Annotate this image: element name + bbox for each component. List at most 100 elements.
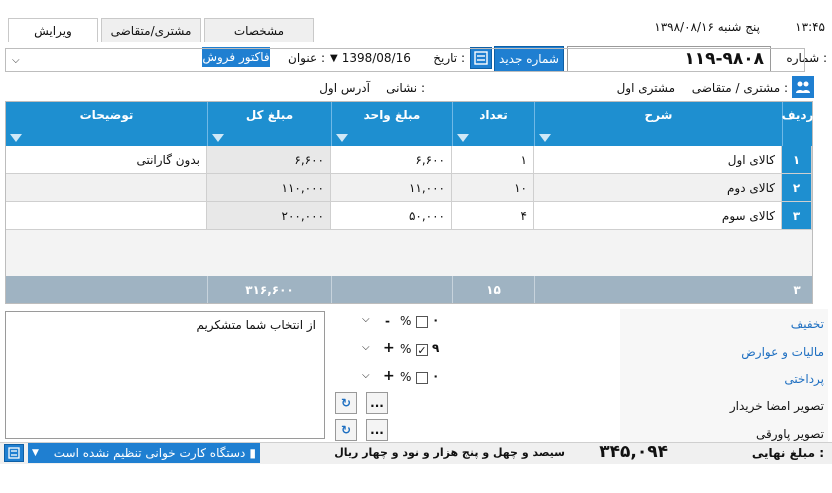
column-row-number: ردیف (781, 102, 814, 146)
summary-quantity: ۱۵ (452, 276, 534, 303)
card-reader-status: دستگاه کارت خوانی تنظیم نشده است (53, 446, 246, 460)
row-notes[interactable] (6, 174, 207, 202)
sign-plus[interactable]: + (383, 368, 395, 384)
card-reader-selector[interactable]: ▼ دستگاه کارت خوانی تنظیم نشده است ▮ (28, 443, 260, 463)
filter-icon[interactable] (10, 134, 22, 142)
row-notes[interactable]: بدون گارانتی (6, 146, 207, 174)
browse-signature-button[interactable]: ... (366, 392, 388, 414)
date-display: پنج شنبه ۱۳۹۸/۰۸/۱۶ (654, 20, 760, 34)
sign-plus[interactable]: + (383, 340, 395, 356)
notes-text: از انتخاب شما متشکریم (196, 318, 316, 332)
table-row[interactable]: ۱ کالای اول ۱ ۶,۶۰۰ ۶,۶۰۰ بدون گارانتی (6, 146, 812, 174)
row-unit-price[interactable]: ۶,۶۰۰ (331, 146, 452, 174)
row-notes[interactable] (6, 202, 207, 230)
tab-customer[interactable]: مشتری/متقاضی (101, 18, 201, 42)
customer-dropdown[interactable]: ⌵ (5, 48, 805, 72)
percent-label: % (400, 342, 412, 356)
tax-value[interactable]: ۹ (432, 341, 439, 355)
refresh-footnote-button[interactable]: ↻ (335, 419, 357, 441)
time-display: ۱۳:۴۵ (795, 20, 825, 34)
chevron-down-icon: ▼ (32, 448, 39, 458)
row-quantity[interactable]: ۴ (452, 202, 534, 230)
row-number: ۲ (782, 174, 812, 202)
payment-value[interactable]: ۰ (432, 369, 439, 383)
column-label: ردیف (781, 108, 814, 122)
final-amount-label: مبلغ نهایی : (751, 446, 824, 460)
payment-checkbox[interactable] (416, 372, 428, 384)
table-summary: ۳ ۱۵ ۳۱۶,۶۰۰ (6, 276, 812, 303)
chevron-down-icon[interactable]: ⌵ (362, 370, 376, 381)
column-label: مبلغ واحد (363, 108, 421, 122)
column-description: شرح (534, 102, 782, 146)
refresh-icon: ↻ (340, 396, 352, 410)
tab-details[interactable]: مشخصات (204, 18, 314, 42)
refresh-icon: ↻ (340, 423, 352, 437)
filter-icon[interactable] (212, 134, 224, 142)
card-reader-icon: ▮ (249, 446, 256, 460)
column-notes: توضیحات (6, 102, 207, 146)
customer-label: مشتری / متقاضی : (691, 81, 788, 95)
chevron-down-icon: ⌵ (12, 54, 20, 66)
users-icon (796, 81, 810, 93)
tab-edit-label: ویرایش (34, 23, 72, 38)
percent-label: % (400, 314, 412, 328)
final-amount-words: سیصد و چهل و پنج هزار و نود و چهار ریال (334, 446, 565, 459)
customer-select-button[interactable] (792, 76, 814, 98)
summary-count: ۳ (793, 282, 801, 297)
column-label: تعداد (479, 108, 508, 122)
column-label: شرح (644, 108, 673, 122)
chevron-down-icon[interactable]: ⌵ (362, 342, 376, 353)
calculator-button[interactable] (4, 444, 24, 462)
payment-link[interactable]: پرداختی (720, 372, 824, 386)
summary-spacer (534, 276, 782, 303)
column-quantity: تعداد (452, 102, 534, 146)
row-description[interactable]: کالای سوم (534, 202, 782, 230)
chevron-down-icon[interactable]: ⌵ (362, 314, 376, 325)
tax-link[interactable]: مالیات و عوارض (700, 345, 824, 359)
sign-minus[interactable]: - (385, 314, 397, 328)
table-row[interactable]: ۳ کالای سوم ۴ ۵۰,۰۰۰ ۲۰۰,۰۰۰ (6, 202, 812, 230)
tab-customer-label: مشتری/متقاضی (110, 23, 192, 38)
check-icon: ✓ (417, 343, 427, 357)
discount-value[interactable]: ۰ (432, 313, 439, 327)
column-label: توضیحات (79, 108, 134, 122)
filter-icon[interactable] (336, 134, 348, 142)
column-label: مبلغ کل (245, 108, 294, 122)
row-number: ۳ (782, 202, 812, 230)
tab-edit[interactable]: ویرایش (8, 18, 98, 42)
column-unit-price: مبلغ واحد (331, 102, 452, 146)
percent-label: % (400, 370, 412, 384)
row-description[interactable]: کالای دوم (534, 174, 782, 202)
items-table: ردیف شرح تعداد مبلغ واحد مبلغ کل توضیحات… (5, 101, 813, 304)
filter-icon[interactable] (539, 134, 551, 142)
refresh-signature-button[interactable]: ↻ (335, 392, 357, 414)
row-description[interactable]: کالای اول (534, 146, 782, 174)
table-header: ردیف شرح تعداد مبلغ واحد مبلغ کل توضیحات (6, 102, 814, 146)
row-quantity[interactable]: ۱ (452, 146, 534, 174)
tax-checkbox[interactable]: ✓ (416, 343, 428, 357)
address-value: آدرس اول (319, 81, 370, 95)
row-total: ۶,۶۰۰ (207, 146, 331, 174)
summary-total: ۳۱۶,۶۰۰ (207, 276, 331, 303)
browse-footnote-button[interactable]: ... (366, 419, 388, 441)
buyer-signature-label: تصویر امضا خریدار (729, 399, 824, 413)
row-number: ۱ (782, 146, 812, 174)
discount-link[interactable]: تخفیف (720, 317, 824, 331)
filter-icon[interactable] (457, 134, 469, 142)
calculator-icon (8, 447, 20, 459)
customer-value: مشتری اول (616, 81, 675, 95)
table-row[interactable]: ۲ کالای دوم ۱۰ ۱۱,۰۰۰ ۱۱۰,۰۰۰ (6, 174, 812, 202)
address-label: نشانی : (386, 81, 425, 95)
notes-textarea[interactable]: از انتخاب شما متشکریم (5, 311, 325, 439)
column-total: مبلغ کل (207, 102, 331, 146)
discount-checkbox[interactable] (416, 316, 428, 328)
row-total: ۲۰۰,۰۰۰ (207, 202, 331, 230)
row-quantity[interactable]: ۱۰ (452, 174, 534, 202)
tab-details-label: مشخصات (233, 23, 285, 38)
row-total: ۱۱۰,۰۰۰ (207, 174, 331, 202)
final-amount-value: ۳۴۵,۰۹۴ (599, 442, 668, 462)
footnote-image-label: تصویر پاورقی (755, 427, 824, 441)
row-unit-price[interactable]: ۱۱,۰۰۰ (331, 174, 452, 202)
summary-spacer (331, 276, 452, 303)
row-unit-price[interactable]: ۵۰,۰۰۰ (331, 202, 452, 230)
